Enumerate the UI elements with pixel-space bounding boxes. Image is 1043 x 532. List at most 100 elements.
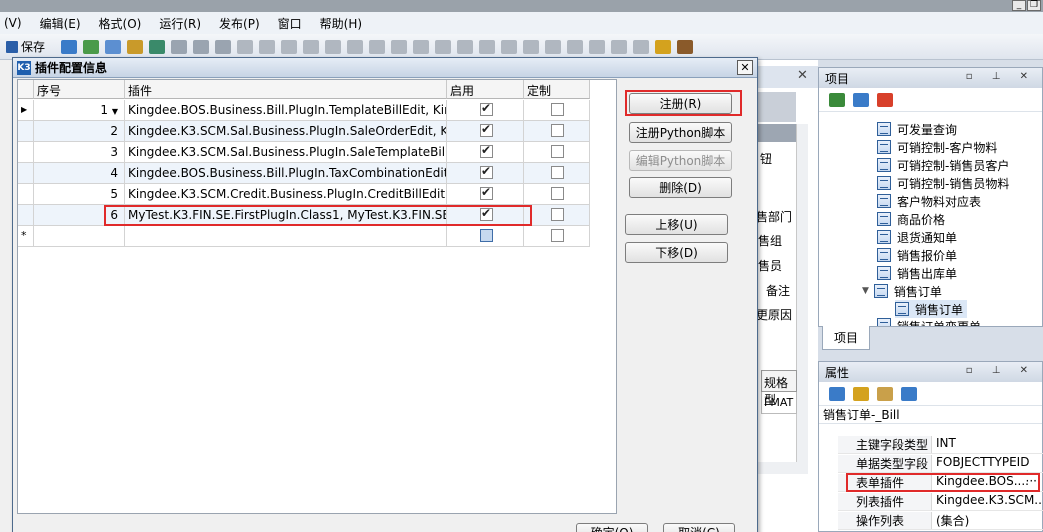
center-h-icon[interactable] bbox=[501, 39, 518, 54]
enabled-checkbox[interactable] bbox=[480, 143, 493, 158]
table-row[interactable]: 4 Kingdee.BOS.Business.Bill.PlugIn.TaxCo… bbox=[18, 163, 590, 184]
delete-icon[interactable] bbox=[215, 39, 232, 54]
register-python-button[interactable]: 注册Python脚本 bbox=[629, 122, 732, 143]
cell-seq[interactable] bbox=[34, 226, 125, 247]
property-row[interactable]: 列表插件 Kingdee.K3.SCM.... bbox=[838, 493, 1043, 511]
remove-icon[interactable] bbox=[877, 92, 893, 107]
tree-item[interactable]: 可销控制-销售员物料 bbox=[877, 174, 1009, 192]
dialog-close-button[interactable]: ✕ bbox=[737, 60, 753, 75]
custom-checkbox[interactable] bbox=[551, 208, 564, 221]
form-icon[interactable] bbox=[61, 39, 78, 54]
tree-item-selected[interactable]: 销售订单 bbox=[895, 300, 968, 318]
custom-checkbox[interactable] bbox=[551, 187, 564, 200]
dropdown-icon[interactable]: ▼ bbox=[112, 107, 118, 116]
cell-plugin[interactable]: Kingdee.K3.SCM.Credit.Business.PlugIn.Cr… bbox=[125, 184, 447, 205]
tree-item[interactable]: 可销控制-客户物料 bbox=[877, 138, 997, 156]
same-width-icon[interactable] bbox=[391, 39, 408, 54]
cell-plugin[interactable]: Kingdee.BOS.Business.Bill.PlugIn.Templat… bbox=[125, 100, 447, 121]
spacing-v-icon[interactable] bbox=[479, 39, 496, 54]
tree-item[interactable]: 退货通知单 bbox=[877, 228, 957, 246]
custom-checkbox[interactable] bbox=[551, 124, 564, 137]
cell-enabled[interactable] bbox=[447, 121, 524, 142]
panel-controls[interactable]: ▫ ⊥ ✕ bbox=[966, 71, 1036, 82]
grid-icon[interactable] bbox=[105, 39, 122, 54]
restore-icon[interactable]: ❐ bbox=[1027, 0, 1041, 11]
cell-seq[interactable]: 1 ▼ bbox=[34, 100, 125, 121]
property-pages-icon[interactable] bbox=[877, 386, 893, 401]
menu-edit[interactable]: 编辑(E) bbox=[40, 15, 81, 32]
cell-seq[interactable]: 4 bbox=[34, 163, 125, 184]
cell-custom[interactable] bbox=[524, 121, 590, 142]
align-top-icon[interactable] bbox=[347, 39, 364, 54]
minimize-icon[interactable]: _ bbox=[1012, 0, 1026, 11]
designer-vscroll[interactable] bbox=[796, 124, 808, 464]
enabled-checkbox[interactable] bbox=[480, 229, 493, 242]
edit-python-button[interactable]: 编辑Python脚本 bbox=[629, 150, 732, 171]
bring-front-icon[interactable] bbox=[567, 39, 584, 54]
delete-button[interactable]: 删除(D) bbox=[629, 177, 732, 198]
move-up-button[interactable]: 上移(U) bbox=[625, 214, 728, 235]
tools-icon[interactable] bbox=[127, 39, 144, 54]
table-row[interactable]: 3 Kingdee.K3.SCM.Sal.Business.PlugIn.Sal… bbox=[18, 142, 590, 163]
close-icon[interactable]: ✕ bbox=[797, 68, 808, 83]
cell-enabled[interactable] bbox=[447, 163, 524, 184]
cell-enabled[interactable] bbox=[447, 100, 524, 121]
menu-run[interactable]: 运行(R) bbox=[159, 15, 201, 32]
cell-plugin[interactable]: Kingdee.K3.SCM.Sal.Business.PlugIn.SaleT… bbox=[125, 142, 447, 163]
table-row[interactable]: ▶ 1 ▼ Kingdee.BOS.Business.Bill.PlugIn.T… bbox=[18, 100, 590, 121]
tree-item[interactable]: 销售报价单 bbox=[877, 246, 957, 264]
custom-checkbox[interactable] bbox=[551, 166, 564, 179]
refresh-icon[interactable] bbox=[829, 92, 845, 107]
menu-publish[interactable]: 发布(P) bbox=[219, 15, 260, 32]
undo-icon[interactable] bbox=[171, 39, 188, 54]
tree-item[interactable]: 客户物料对应表 bbox=[877, 192, 981, 210]
align-center-icon[interactable] bbox=[281, 39, 298, 54]
spacing-icon[interactable] bbox=[457, 39, 474, 54]
cell-custom[interactable] bbox=[524, 142, 590, 163]
cell-custom[interactable] bbox=[524, 100, 590, 121]
cell-seq[interactable]: 3 bbox=[34, 142, 125, 163]
cell-enabled[interactable] bbox=[447, 226, 524, 247]
cell-custom[interactable] bbox=[524, 205, 590, 226]
custom-checkbox[interactable] bbox=[551, 103, 564, 116]
designer-hscroll[interactable] bbox=[756, 462, 808, 474]
panel-controls[interactable]: ▫ ⊥ ✕ bbox=[966, 365, 1036, 376]
same-size-icon[interactable] bbox=[435, 39, 452, 54]
redo-icon[interactable] bbox=[193, 39, 210, 54]
enabled-checkbox[interactable] bbox=[480, 101, 493, 116]
categorized-icon[interactable] bbox=[829, 386, 845, 401]
table-row-new[interactable]: * bbox=[18, 226, 590, 247]
table-row[interactable]: 5 Kingdee.K3.SCM.Credit.Business.PlugIn.… bbox=[18, 184, 590, 205]
menu-help[interactable]: 帮助(H) bbox=[320, 15, 362, 32]
cell-plugin[interactable] bbox=[125, 226, 447, 247]
preview-icon[interactable] bbox=[83, 39, 100, 54]
copy-icon[interactable] bbox=[853, 92, 869, 107]
center-v-icon[interactable] bbox=[523, 39, 540, 54]
events-icon[interactable] bbox=[901, 386, 917, 401]
enabled-checkbox[interactable] bbox=[480, 164, 493, 179]
cell-custom[interactable] bbox=[524, 163, 590, 184]
table-row[interactable]: 2 Kingdee.K3.SCM.Sal.Business.PlugIn.Sal… bbox=[18, 121, 590, 142]
align-bottom-icon[interactable] bbox=[369, 39, 386, 54]
layout-icon[interactable] bbox=[545, 39, 562, 54]
group-icon[interactable] bbox=[611, 39, 628, 54]
enabled-checkbox[interactable] bbox=[480, 122, 493, 137]
cell-custom[interactable] bbox=[524, 184, 590, 205]
enabled-checkbox[interactable] bbox=[480, 185, 493, 200]
cell-plugin[interactable]: Kingdee.BOS.Business.Bill.PlugIn.TaxComb… bbox=[125, 163, 447, 184]
calendar-icon[interactable] bbox=[677, 39, 694, 54]
align-left-icon[interactable] bbox=[237, 39, 254, 54]
col-header-custom[interactable]: 定制 bbox=[524, 80, 590, 99]
tree-item[interactable]: 可发量查询 bbox=[877, 120, 957, 138]
property-row[interactable]: 操作列表 (集合) bbox=[838, 512, 1043, 530]
export-icon[interactable] bbox=[149, 39, 166, 54]
ungroup-icon[interactable] bbox=[633, 39, 650, 54]
same-height-icon[interactable] bbox=[413, 39, 430, 54]
ok-button[interactable]: 确定(O) bbox=[576, 523, 648, 532]
custom-checkbox[interactable] bbox=[551, 229, 564, 242]
tree-item[interactable]: 可销控制-销售员客户 bbox=[877, 156, 1009, 174]
lock-icon[interactable] bbox=[655, 39, 672, 54]
col-header-seq[interactable]: 序号 bbox=[34, 80, 125, 99]
cell-enabled[interactable] bbox=[447, 184, 524, 205]
tree-item[interactable]: 销售出库单 bbox=[877, 264, 957, 282]
